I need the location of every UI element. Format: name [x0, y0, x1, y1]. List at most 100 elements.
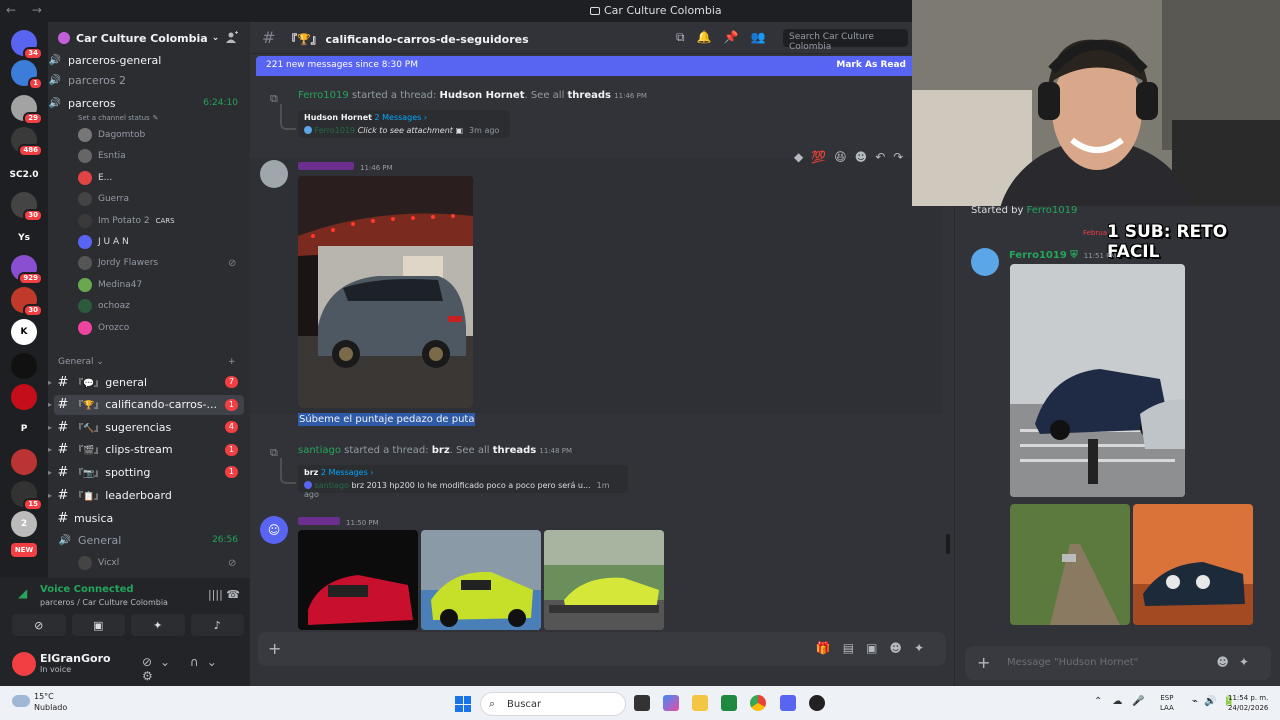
taskbar-search[interactable]: ⌕ Buscar	[480, 692, 626, 716]
voice-member[interactable]: ochoaz	[78, 297, 130, 315]
voice-member[interactable]: Esntia	[78, 147, 126, 165]
image-attachment-3[interactable]	[544, 530, 664, 630]
activities-button[interactable]: ✦	[131, 614, 185, 636]
voice-member[interactable]: E...	[78, 169, 112, 187]
message-text[interactable]: Súbeme el puntaje pedazo de puta	[298, 413, 476, 426]
add-attachment-icon[interactable]: +	[268, 639, 281, 658]
chrome-icon[interactable]	[750, 695, 766, 711]
thread-card-brz[interactable]: brz 2 Messages › santiago brz 2013 hp200…	[298, 465, 628, 499]
voice-connected-subtitle[interactable]: parceros / Car Culture Colombia	[40, 598, 168, 607]
thread-composer[interactable]: + Message "Hudson Hornet" ☻✦	[965, 646, 1271, 680]
server-icon[interactable]: 2	[11, 511, 37, 537]
voice-channel-general[interactable]: 🔊 General 26:56	[48, 530, 250, 550]
composer-toolbar-icons[interactable]: 🎁▤▣☻✦	[816, 641, 936, 655]
server-icon[interactable]: 929	[11, 255, 43, 285]
voice-member[interactable]: Jordy Flawers ⊘	[78, 254, 236, 272]
image-attachment-1[interactable]	[298, 530, 418, 630]
voice-member[interactable]: J U A N	[78, 233, 129, 251]
thread-starter[interactable]: Ferro1019	[298, 90, 349, 101]
voice-member[interactable]: Orozco	[78, 319, 129, 337]
user-avatar[interactable]	[12, 652, 36, 676]
invite-people-icon[interactable]	[226, 31, 238, 43]
server-icon[interactable]: 30	[11, 287, 43, 317]
composer-toolbar-icons[interactable]: ☻✦	[1216, 655, 1259, 669]
text-channel-clips-stream[interactable]: ▸ # 『🎬』 clips-stream 1	[48, 440, 250, 460]
system-tray-icons[interactable]: ⌃☁🎤	[1094, 696, 1155, 707]
thread-author-avatar[interactable]	[971, 248, 999, 276]
task-view-icon[interactable]	[634, 695, 650, 711]
voice-connected-title[interactable]: Voice Connected	[40, 584, 134, 595]
message-author[interactable]: 11:46 PM	[298, 162, 393, 173]
message-hover-toolbar[interactable]: ◆💯😆☻↶↷	[794, 150, 911, 168]
expand-arrow-icon[interactable]: ▸	[48, 491, 52, 500]
text-channel-leaderboard[interactable]: ▸ # 『📋』 leaderboard	[48, 485, 250, 505]
taskbar-clock[interactable]: 11:54 p. m. 24/02/2026	[1228, 693, 1268, 713]
server-icon[interactable]: 34	[11, 30, 43, 60]
text-channel-calificando-carros[interactable]: ▸ # 『🏆』 calificando-carros-... 1	[48, 394, 244, 415]
copilot-icon[interactable]	[663, 695, 679, 711]
server-icon[interactable]: 29	[11, 95, 43, 125]
chat-scrollbar[interactable]	[946, 534, 950, 554]
server-icon[interactable]: 1	[11, 60, 43, 90]
expand-arrow-icon[interactable]: ▸	[48, 400, 52, 409]
server-icon[interactable]: SC2.0	[9, 162, 39, 188]
file-explorer-icon[interactable]	[692, 695, 708, 711]
mark-as-read-button[interactable]: Mark As Read	[836, 60, 906, 70]
text-channel-spotting[interactable]: ▸ # 『📷』 spotting 1	[48, 462, 250, 482]
message-avatar[interactable]	[260, 160, 288, 188]
image-attachment-2[interactable]	[421, 530, 541, 630]
voice-member[interactable]: Dagomtob	[78, 126, 145, 144]
server-icon[interactable]	[11, 353, 37, 379]
voice-member-vicxl[interactable]: Vicxl ⊘	[78, 554, 236, 572]
obs-icon[interactable]	[809, 695, 825, 711]
server-icon[interactable]: 486	[11, 127, 43, 157]
thread-name[interactable]: brz	[432, 445, 450, 456]
thread-author[interactable]: Ferro1019 ⛨ 11:51 PM	[1009, 250, 1116, 261]
message-composer[interactable]: + 🎁▤▣☻✦	[258, 632, 946, 666]
new-messages-banner[interactable]: 221 new messages since 8:30 PM Mark As R…	[256, 56, 916, 76]
message-author[interactable]: 11:50 PM	[298, 517, 379, 528]
voice-member[interactable]: Im Potato 2 CARS	[78, 212, 175, 230]
camera-off-button[interactable]: ⊘	[12, 614, 66, 636]
add-channel-icon[interactable]: +	[228, 357, 236, 367]
expand-arrow-icon[interactable]: ▸	[48, 378, 52, 387]
server-icon[interactable]: 30	[11, 192, 43, 222]
threads-link[interactable]: threads	[568, 90, 611, 101]
server-icon[interactable]	[11, 449, 37, 475]
started-by-user[interactable]: Ferro1019	[1027, 205, 1078, 216]
message-avatar[interactable]: ☺	[260, 516, 288, 544]
header-toolbar[interactable]: ⧉🔔📌👥	[676, 30, 777, 45]
windows-start-icon[interactable]	[455, 696, 471, 712]
car-photo-attachment[interactable]	[298, 176, 473, 408]
thread-card-hudson-hornet[interactable]: Hudson Hornet 2 Messages › Ferro1019 Cli…	[298, 110, 510, 138]
thread-name[interactable]: Hudson Hornet	[440, 90, 525, 101]
voice-member[interactable]: Medina47	[78, 276, 142, 294]
server-icon[interactable]: 15	[11, 481, 43, 511]
thread-starter[interactable]: santiago	[298, 445, 341, 456]
thread-card-count[interactable]: 2 Messages ›	[374, 113, 427, 122]
input-language[interactable]: ESP LAA	[1160, 693, 1174, 713]
server-icon[interactable]: K	[11, 319, 37, 345]
expand-arrow-icon[interactable]: ▸	[48, 423, 52, 432]
thread-card-count[interactable]: 2 Messages ›	[321, 468, 374, 477]
search-input[interactable]: Search Car Culture Colombia	[783, 29, 908, 52]
server-icon[interactable]: Ys	[11, 225, 37, 251]
voice-channel-parceros-2[interactable]: 🔊 parceros 2	[48, 70, 250, 90]
expand-arrow-icon[interactable]: ▸	[48, 468, 52, 477]
xbox-icon[interactable]	[721, 695, 737, 711]
voice-channel-parceros-general[interactable]: 🔊 parceros-general	[48, 50, 250, 70]
server-icon[interactable]: NEW	[11, 543, 37, 557]
soundboard-button[interactable]: ♪	[190, 614, 244, 636]
category-general[interactable]: General ⌄ +	[58, 357, 236, 367]
signal-icon[interactable]: ◢	[18, 586, 27, 600]
discord-taskbar-icon[interactable]	[780, 695, 796, 711]
threads-link[interactable]: threads	[493, 445, 536, 456]
noise-suppression-and-disconnect-icons[interactable]: |||| ☎	[208, 588, 240, 601]
set-channel-status[interactable]: Set a channel status ✎	[78, 109, 159, 127]
text-channel-musica[interactable]: # musica	[48, 508, 250, 528]
user-controls[interactable]: ⊘⌄ ∩⌄ ⚙	[142, 655, 250, 683]
thread-image-3[interactable]	[1133, 504, 1253, 625]
server-icon[interactable]: P	[11, 416, 37, 442]
history-nav-arrows[interactable]: ← →	[6, 3, 48, 17]
voice-member[interactable]: Guerra	[78, 190, 129, 208]
